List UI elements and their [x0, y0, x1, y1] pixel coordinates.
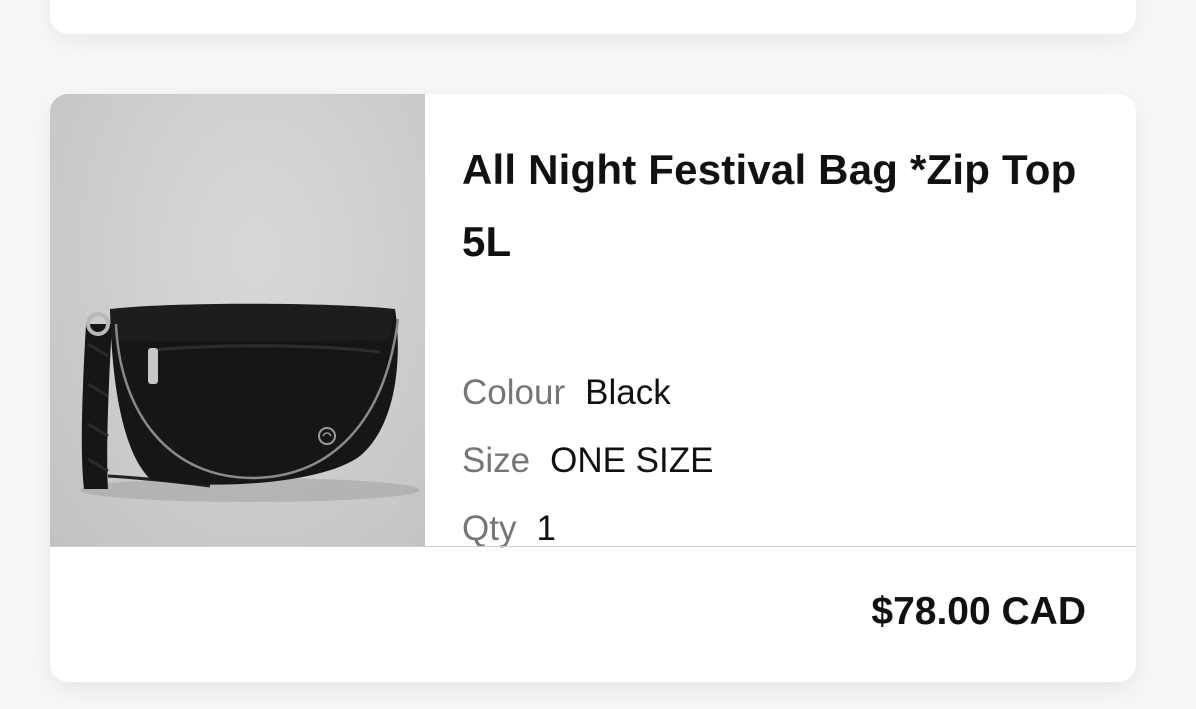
product-details: All Night Festival Bag *Zip Top 5L Colou… — [462, 134, 1102, 548]
qty-value: 1 — [536, 509, 556, 548]
size-label: Size — [462, 441, 531, 480]
product-title[interactable]: All Night Festival Bag *Zip Top 5L — [462, 134, 1102, 278]
bag-illustration — [80, 303, 420, 502]
product-attributes: Colour Black Size ONE SIZE Qty 1 — [462, 359, 713, 563]
product-image[interactable] — [50, 94, 425, 546]
divider — [50, 546, 1136, 547]
item-price: $78.00 CAD — [871, 590, 1086, 633]
attribute-size: Size ONE SIZE — [462, 427, 713, 495]
attribute-colour: Colour Black — [462, 359, 713, 427]
colour-label: Colour — [462, 373, 566, 412]
cart-item-card: All Night Festival Bag *Zip Top 5L Colou… — [50, 94, 1136, 682]
colour-value: Black — [585, 373, 671, 412]
previous-card — [50, 0, 1136, 34]
qty-label: Qty — [462, 509, 517, 548]
size-value: ONE SIZE — [550, 441, 714, 480]
attribute-qty: Qty 1 — [462, 495, 713, 563]
